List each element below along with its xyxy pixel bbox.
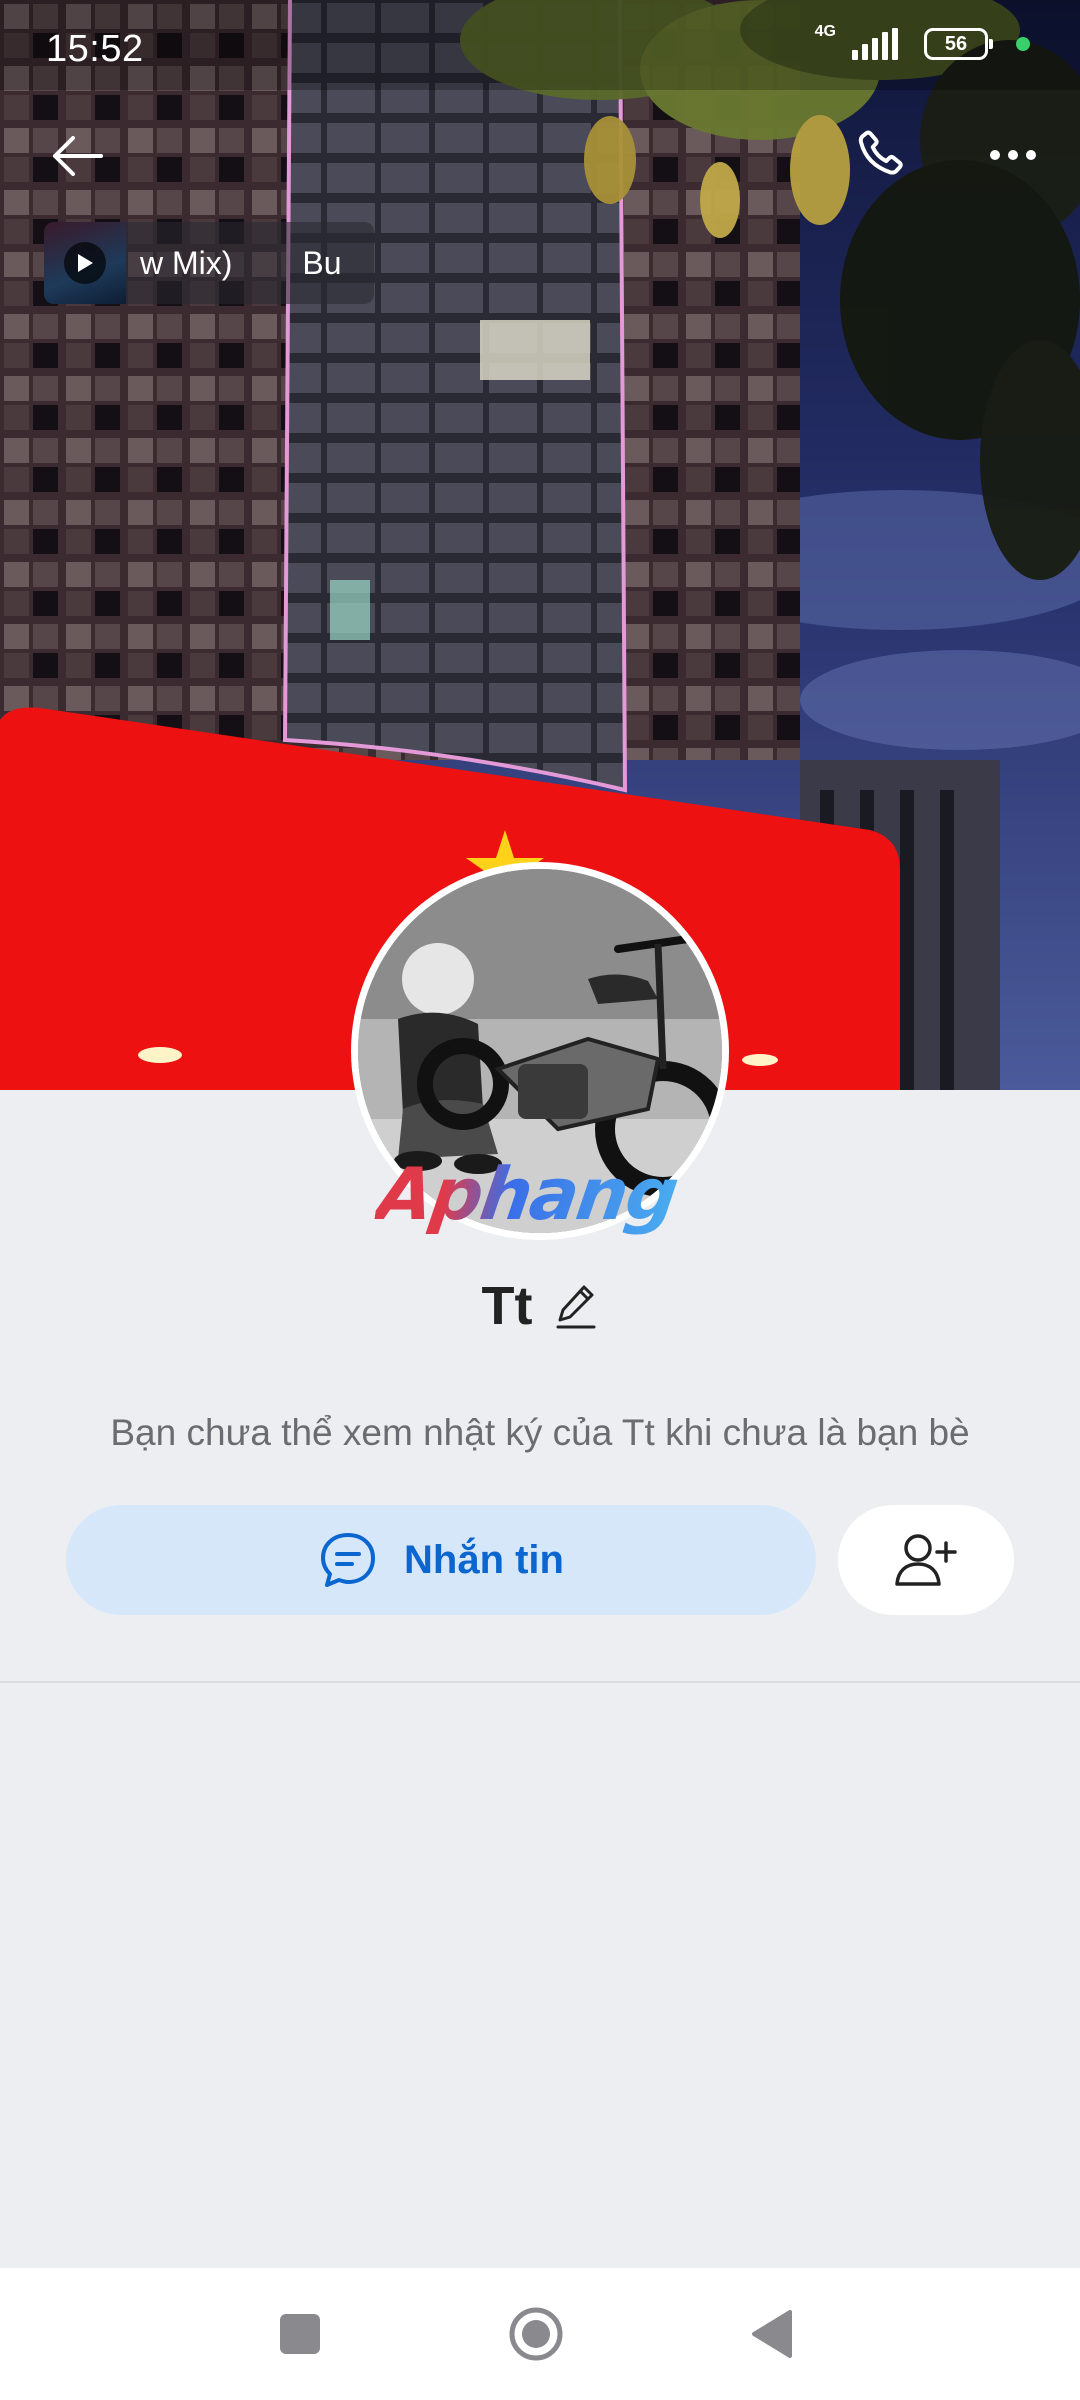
- profile-music-chip[interactable]: w Mix) Bu: [44, 222, 374, 304]
- signal-icon: [852, 28, 898, 60]
- battery-icon: 56: [924, 28, 993, 60]
- square-icon[interactable]: [280, 2314, 320, 2354]
- profile-name: Tt: [481, 1276, 533, 1336]
- back-button[interactable]: [44, 128, 110, 184]
- triangle-back-icon[interactable]: [750, 2308, 794, 2360]
- music-thumbnail: [44, 222, 126, 304]
- more-dots-icon: [990, 150, 1036, 160]
- call-button[interactable]: [850, 122, 916, 188]
- status-icons: 4G 56: [815, 23, 1030, 60]
- section-divider: [0, 1681, 1080, 1683]
- music-marquee: w Mix) Bu: [140, 245, 342, 282]
- add-friend-button[interactable]: [838, 1505, 1014, 1615]
- battery-level: 56: [944, 32, 968, 55]
- play-icon: [78, 254, 93, 272]
- music-title: w Mix): [140, 244, 233, 281]
- arrow-left-icon: [53, 136, 103, 176]
- more-options-button[interactable]: [980, 130, 1046, 180]
- network-type: 4G: [814, 23, 836, 40]
- avatar-watermark: Aphang: [372, 1152, 714, 1236]
- add-user-icon: [895, 1534, 957, 1586]
- status-time: 15:52: [46, 28, 144, 70]
- profile-name-row: Tt: [0, 1275, 1080, 1337]
- circle-icon[interactable]: [508, 2306, 564, 2362]
- play-button[interactable]: [64, 242, 106, 284]
- phone-icon: [858, 130, 903, 175]
- music-artist: Bu: [302, 244, 342, 281]
- status-bar: 15:52 4G 56: [0, 0, 1080, 90]
- privacy-indicator-dot: [1016, 37, 1030, 51]
- send-message-button[interactable]: Nhắn tin: [66, 1505, 816, 1615]
- system-navigation-bar: [0, 2268, 1080, 2400]
- edit-name-button[interactable]: [554, 1281, 598, 1331]
- diary-locked-notice: Bạn chưa thể xem nhật ký của Tt khi chưa…: [110, 1412, 970, 1453]
- pencil-icon: [556, 1285, 596, 1329]
- send-message-label: Nhắn tin: [404, 1537, 564, 1582]
- chat-bubble-icon: [321, 1533, 375, 1587]
